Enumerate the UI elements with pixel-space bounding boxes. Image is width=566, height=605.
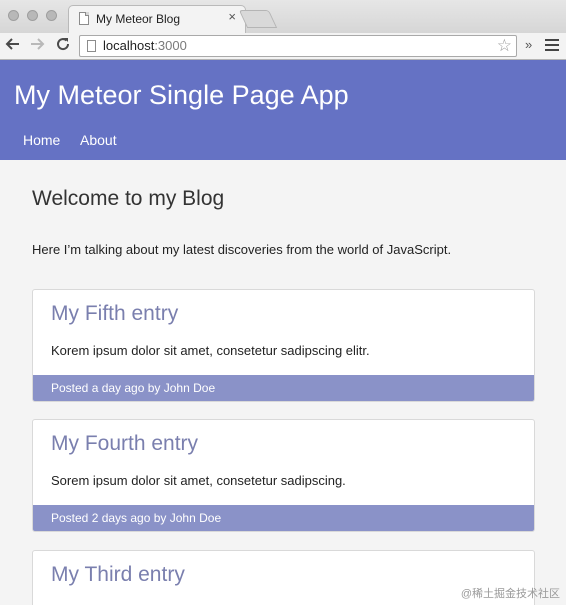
post-card: My Fourth entry Sorem ipsum dolor sit am… (32, 419, 535, 532)
app-title: My Meteor Single Page App (14, 80, 349, 110)
nav-link-about[interactable]: About (80, 132, 117, 148)
browser-tab[interactable]: My Meteor Blog × (68, 5, 246, 33)
url-host: localhost (103, 38, 155, 53)
reload-icon[interactable] (55, 36, 71, 58)
browser-titlebar: My Meteor Blog × (0, 0, 566, 33)
url-port: :3000 (154, 38, 187, 53)
zoom-window-button[interactable] (46, 10, 57, 21)
post-footer: Posted 2 days ago by John Doe (33, 505, 534, 531)
url-text[interactable]: localhost:3000 (103, 38, 187, 54)
back-arrow-icon[interactable] (5, 36, 21, 58)
post-card: My Fifth entry Korem ipsum dolor sit ame… (32, 289, 535, 402)
post-title[interactable]: My Third entry (51, 563, 185, 587)
post-card: My Third entry (32, 550, 535, 605)
post-title[interactable]: My Fifth entry (51, 302, 178, 326)
address-bar[interactable]: localhost:3000 ☆ (79, 35, 517, 57)
menu-icon[interactable] (545, 39, 559, 51)
forward-arrow-icon[interactable] (29, 36, 45, 58)
browser-window: My Meteor Blog × localhost:3000 ☆ » My M… (0, 0, 566, 605)
extensions-overflow-icon[interactable]: » (525, 37, 532, 52)
page-heading: Welcome to my Blog (32, 187, 225, 210)
post-body: Sorem ipsum dolor sit amet, consetetur s… (51, 473, 346, 488)
post-footer: Posted a day ago by John Doe (33, 375, 534, 401)
minimize-window-button[interactable] (27, 10, 38, 21)
close-window-button[interactable] (8, 10, 19, 21)
app-header: My Meteor Single Page App Home About (0, 60, 566, 160)
tab-title: My Meteor Blog (96, 12, 181, 26)
intro-text: Here I’m talking about my latest discove… (32, 242, 452, 257)
tab-close-icon[interactable]: × (228, 10, 236, 24)
page-viewport: My Meteor Single Page App Home About Wel… (0, 60, 566, 605)
browser-toolbar: localhost:3000 ☆ » (0, 33, 566, 60)
watermark: @稀土掘金技术社区 (460, 588, 560, 600)
star-icon[interactable]: ☆ (497, 36, 512, 56)
nav-link-home[interactable]: Home (23, 132, 60, 148)
page-icon (87, 40, 96, 52)
page-icon (79, 12, 89, 25)
post-body: Korem ipsum dolor sit amet, consetetur s… (51, 343, 370, 358)
post-title[interactable]: My Fourth entry (51, 432, 198, 456)
